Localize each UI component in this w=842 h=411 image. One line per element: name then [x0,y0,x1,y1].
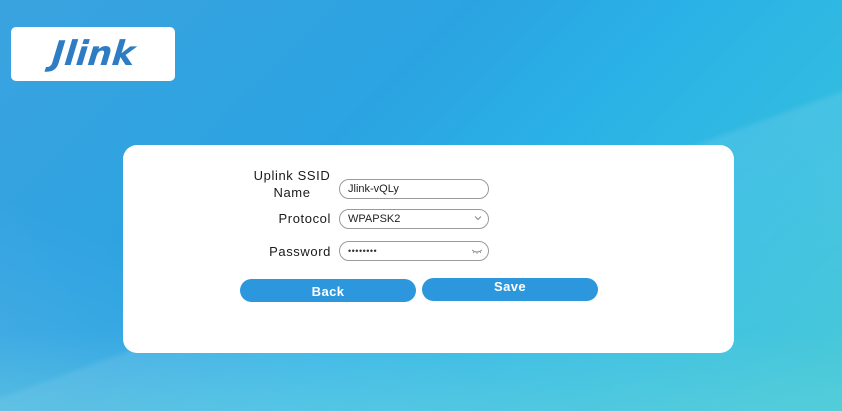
password-label: Password [269,244,331,259]
ssid-input[interactable]: Jlink-vQLy [339,179,489,199]
chevron-down-icon [474,213,482,224]
password-value: •••••••• [348,246,378,256]
brand-logo-text: Jlink [49,34,137,74]
protocol-label: Protocol [278,211,331,226]
eye-closed-icon[interactable] [471,246,483,256]
protocol-select[interactable]: WPAPSK2 [339,209,489,229]
ssid-value: Jlink-vQLy [348,183,399,195]
password-input[interactable]: •••••••• [339,241,489,261]
ssid-label-line2: Name [273,185,311,200]
page: Jlink Uplink SSID Name Jlink-vQLy Protoc… [0,0,842,411]
brand-logo: Jlink [11,27,175,81]
ssid-label-line1: Uplink SSID [253,168,331,183]
ssid-label: Uplink SSID Name [253,167,331,201]
save-button[interactable]: Save [422,278,598,301]
uplink-settings-card: Uplink SSID Name Jlink-vQLy Protocol WPA… [123,145,734,353]
protocol-value: WPAPSK2 [348,213,401,225]
back-button[interactable]: Back [240,279,416,302]
